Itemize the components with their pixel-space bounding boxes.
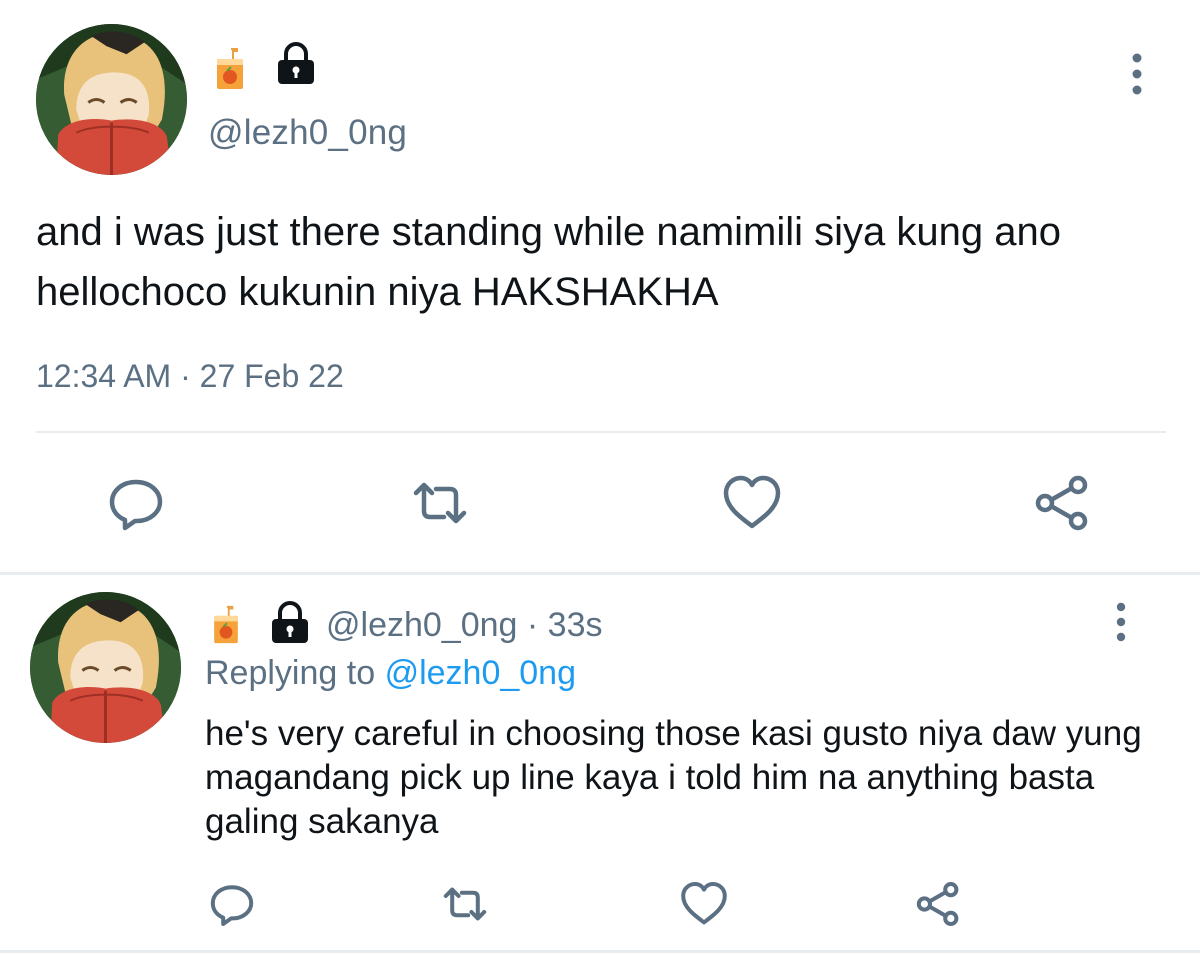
- reply-icon[interactable]: [208, 880, 256, 928]
- juice-box-icon: [215, 47, 245, 91]
- replying-to: Replying to @lezh0_0ng: [205, 654, 576, 693]
- share-icon[interactable]: [914, 880, 962, 928]
- reply-time[interactable]: 33s: [548, 606, 603, 644]
- tweet-text: and i was just there standing while nami…: [36, 210, 1061, 314]
- juice-box-icon: [212, 605, 240, 645]
- avatar-image: [30, 592, 181, 743]
- avatar[interactable]: [36, 24, 187, 175]
- replying-to-mention[interactable]: @lezh0_0ng: [385, 654, 576, 692]
- share-icon[interactable]: [1032, 473, 1092, 533]
- more-options-icon[interactable]: [1122, 50, 1152, 100]
- tweet-time: 12:34 AM: [36, 358, 172, 394]
- replying-to-prefix: Replying to: [205, 654, 376, 692]
- author-handle[interactable]: @lezh0_0ng: [208, 113, 407, 153]
- retweet-icon[interactable]: [410, 473, 470, 533]
- tweet-date[interactable]: 27 Feb 22: [200, 358, 344, 394]
- divider: [36, 431, 1166, 433]
- lock-icon: [268, 600, 312, 644]
- avatar-image: [36, 24, 187, 175]
- reply-header: @lezh0_0ng · 33s: [326, 606, 603, 645]
- reply-avatar[interactable]: [30, 592, 181, 743]
- like-icon[interactable]: [680, 880, 728, 928]
- reply-author-handle[interactable]: @lezh0_0ng: [326, 606, 517, 644]
- like-icon[interactable]: [722, 473, 782, 533]
- meta-separator: ·: [526, 606, 539, 644]
- reply-icon[interactable]: [106, 473, 166, 533]
- tweet-timestamp: 12:34 AM · 27 Feb 22: [36, 358, 344, 395]
- lock-icon: [274, 41, 318, 85]
- tweet-separator: [0, 572, 1200, 575]
- more-options-icon[interactable]: [1106, 600, 1136, 646]
- reply-text: he's very careful in choosing those kasi…: [205, 714, 1142, 841]
- meta-separator: ·: [180, 358, 191, 394]
- retweet-icon[interactable]: [441, 880, 489, 928]
